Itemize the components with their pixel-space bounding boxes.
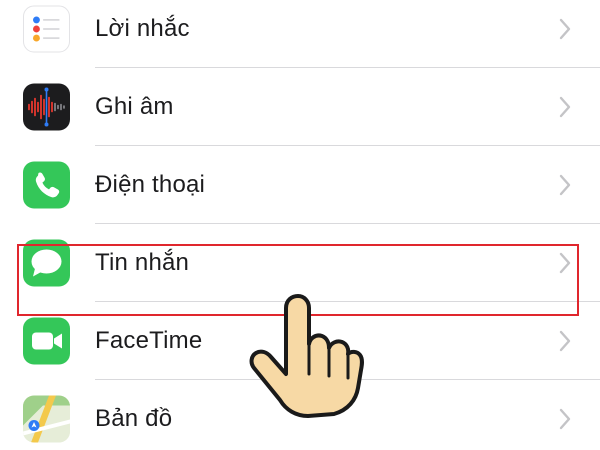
- settings-row-label: FaceTime: [95, 327, 203, 354]
- settings-row-label: Lời nhắc: [95, 15, 190, 42]
- settings-screen: Lời nhắc Ghi âm Điện thoại Tin nhắn Face…: [0, 0, 600, 450]
- phone-icon: [23, 161, 70, 209]
- reminders-icon: [23, 5, 70, 53]
- settings-row-reminders[interactable]: Lời nhắc: [0, 0, 600, 68]
- facetime-icon: [23, 317, 70, 365]
- pointing-hand-icon: [249, 294, 364, 418]
- settings-row-phone[interactable]: Điện thoại: [0, 146, 600, 224]
- chevron-right-icon: [559, 174, 571, 196]
- settings-row-label: Bản đồ: [95, 405, 173, 432]
- voice-memos-icon: [23, 83, 70, 131]
- maps-icon: [23, 395, 70, 443]
- chevron-right-icon: [559, 96, 571, 118]
- settings-row-voice-memos[interactable]: Ghi âm: [0, 68, 600, 146]
- chevron-right-icon: [559, 408, 571, 430]
- chevron-right-icon: [559, 330, 571, 352]
- settings-row-label: Ghi âm: [95, 93, 174, 120]
- settings-row-label: Điện thoại: [95, 171, 206, 198]
- chevron-right-icon: [559, 18, 571, 40]
